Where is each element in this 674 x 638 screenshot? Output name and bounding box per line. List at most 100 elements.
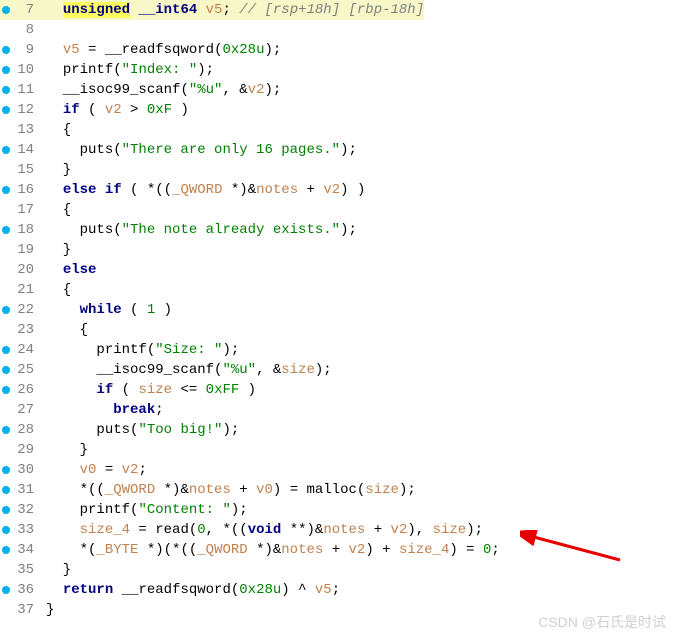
line-number[interactable]: 9	[0, 40, 40, 60]
code-line[interactable]: 24 printf("Size: ");	[0, 340, 674, 360]
code-content[interactable]: v5 = __readfsqword(0x28u);	[40, 40, 281, 60]
breakpoint-dot-icon[interactable]	[2, 426, 10, 434]
code-content[interactable]: printf("Index: ");	[40, 60, 214, 80]
line-number[interactable]: 21	[0, 280, 40, 300]
code-content[interactable]: puts("There are only 16 pages.");	[40, 140, 357, 160]
code-content[interactable]: puts("Too big!");	[40, 420, 239, 440]
breakpoint-dot-icon[interactable]	[2, 366, 10, 374]
code-line[interactable]: 25 __isoc99_scanf("%u", &size);	[0, 360, 674, 380]
breakpoint-dot-icon[interactable]	[2, 466, 10, 474]
line-number[interactable]: 32	[0, 500, 40, 520]
breakpoint-dot-icon[interactable]	[2, 546, 10, 554]
code-line[interactable]: 13 {	[0, 120, 674, 140]
code-line[interactable]: 27 break;	[0, 400, 674, 420]
breakpoint-dot-icon[interactable]	[2, 106, 10, 114]
code-content[interactable]: }	[40, 440, 88, 460]
line-number[interactable]: 29	[0, 440, 40, 460]
line-number[interactable]: 31	[0, 480, 40, 500]
code-line[interactable]: 10 printf("Index: ");	[0, 60, 674, 80]
code-content[interactable]: if ( v2 > 0xF )	[40, 100, 189, 120]
code-content[interactable]: else if ( *((_QWORD *)&notes + v2) )	[40, 180, 365, 200]
code-line[interactable]: 8	[0, 20, 674, 40]
code-line[interactable]: 12 if ( v2 > 0xF )	[0, 100, 674, 120]
line-number[interactable]: 33	[0, 520, 40, 540]
breakpoint-dot-icon[interactable]	[2, 46, 10, 54]
breakpoint-dot-icon[interactable]	[2, 6, 10, 14]
line-number[interactable]: 36	[0, 580, 40, 600]
line-number[interactable]: 26	[0, 380, 40, 400]
code-content[interactable]	[40, 20, 46, 40]
code-line[interactable]: 32 printf("Content: ");	[0, 500, 674, 520]
breakpoint-dot-icon[interactable]	[2, 386, 10, 394]
line-number[interactable]: 35	[0, 560, 40, 580]
code-line[interactable]: 35 }	[0, 560, 674, 580]
code-line[interactable]: 22 while ( 1 )	[0, 300, 674, 320]
line-number[interactable]: 34	[0, 540, 40, 560]
line-number[interactable]: 18	[0, 220, 40, 240]
line-number[interactable]: 24	[0, 340, 40, 360]
code-line[interactable]: 36 return __readfsqword(0x28u) ^ v5;	[0, 580, 674, 600]
line-number[interactable]: 27	[0, 400, 40, 420]
code-line[interactable]: 33 size_4 = read(0, *((void **)&notes + …	[0, 520, 674, 540]
code-content[interactable]: puts("The note already exists.");	[40, 220, 357, 240]
code-content[interactable]: v0 = v2;	[40, 460, 147, 480]
code-line[interactable]: 20 else	[0, 260, 674, 280]
line-number[interactable]: 16	[0, 180, 40, 200]
line-number[interactable]: 30	[0, 460, 40, 480]
code-line[interactable]: 17 {	[0, 200, 674, 220]
code-content[interactable]: {	[40, 120, 71, 140]
code-content[interactable]: else	[40, 260, 96, 280]
code-content[interactable]: }	[40, 160, 71, 180]
code-line[interactable]: 23 {	[0, 320, 674, 340]
code-line[interactable]: 21 {	[0, 280, 674, 300]
line-number[interactable]: 19	[0, 240, 40, 260]
line-number[interactable]: 7	[0, 0, 40, 20]
code-line[interactable]: 18 puts("The note already exists.");	[0, 220, 674, 240]
line-number[interactable]: 8	[0, 20, 40, 40]
line-number[interactable]: 12	[0, 100, 40, 120]
line-number[interactable]: 25	[0, 360, 40, 380]
line-number[interactable]: 20	[0, 260, 40, 280]
code-line[interactable]: 16 else if ( *((_QWORD *)&notes + v2) )	[0, 180, 674, 200]
line-number[interactable]: 17	[0, 200, 40, 220]
code-content[interactable]: __isoc99_scanf("%u", &size);	[40, 360, 332, 380]
code-line[interactable]: 26 if ( size <= 0xFF )	[0, 380, 674, 400]
breakpoint-dot-icon[interactable]	[2, 506, 10, 514]
code-content[interactable]: return __readfsqword(0x28u) ^ v5;	[40, 580, 340, 600]
line-number[interactable]: 37	[0, 600, 40, 620]
code-line[interactable]: 7 unsigned __int64 v5; // [rsp+18h] [rbp…	[0, 0, 674, 20]
breakpoint-dot-icon[interactable]	[2, 146, 10, 154]
breakpoint-dot-icon[interactable]	[2, 586, 10, 594]
code-content[interactable]: }	[40, 240, 71, 260]
code-content[interactable]: {	[40, 320, 88, 340]
breakpoint-dot-icon[interactable]	[2, 526, 10, 534]
code-content[interactable]: }	[40, 560, 71, 580]
code-content[interactable]: printf("Content: ");	[40, 500, 248, 520]
code-content[interactable]: {	[40, 280, 71, 300]
code-content[interactable]: {	[40, 200, 71, 220]
breakpoint-dot-icon[interactable]	[2, 186, 10, 194]
line-number[interactable]: 13	[0, 120, 40, 140]
breakpoint-dot-icon[interactable]	[2, 346, 10, 354]
code-line[interactable]: 15 }	[0, 160, 674, 180]
code-content[interactable]: }	[40, 600, 54, 620]
line-number[interactable]: 28	[0, 420, 40, 440]
code-line[interactable]: 19 }	[0, 240, 674, 260]
code-content[interactable]: if ( size <= 0xFF )	[40, 380, 256, 400]
code-content[interactable]: *(_BYTE *)(*((_QWORD *)&notes + v2) + si…	[40, 540, 500, 560]
line-number[interactable]: 15	[0, 160, 40, 180]
code-content[interactable]: printf("Size: ");	[40, 340, 239, 360]
code-line[interactable]: 11 __isoc99_scanf("%u", &v2);	[0, 80, 674, 100]
breakpoint-dot-icon[interactable]	[2, 226, 10, 234]
breakpoint-dot-icon[interactable]	[2, 306, 10, 314]
code-content[interactable]: *((_QWORD *)&notes + v0) = malloc(size);	[40, 480, 416, 500]
code-line[interactable]: 14 puts("There are only 16 pages.");	[0, 140, 674, 160]
code-content[interactable]: while ( 1 )	[40, 300, 172, 320]
code-line[interactable]: 9 v5 = __readfsqword(0x28u);	[0, 40, 674, 60]
breakpoint-dot-icon[interactable]	[2, 66, 10, 74]
code-line[interactable]: 29 }	[0, 440, 674, 460]
code-content[interactable]: unsigned __int64 v5; // [rsp+18h] [rbp-1…	[40, 0, 424, 20]
line-number[interactable]: 11	[0, 80, 40, 100]
code-line[interactable]: 28 puts("Too big!");	[0, 420, 674, 440]
code-line[interactable]: 31 *((_QWORD *)&notes + v0) = malloc(siz…	[0, 480, 674, 500]
